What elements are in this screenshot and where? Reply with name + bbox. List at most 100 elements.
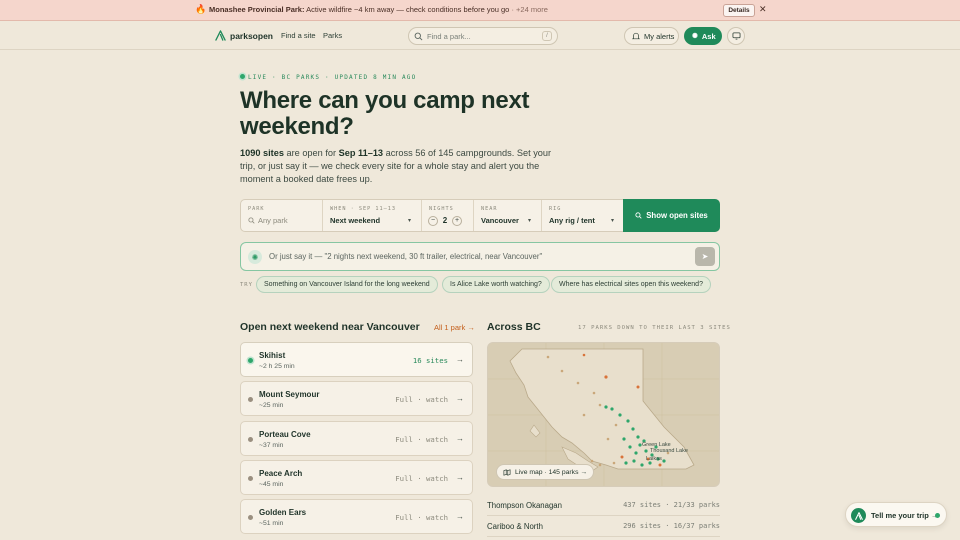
park-placeholder: Any park — [258, 216, 288, 225]
alert-title: Monashee Provincial Park: — [209, 5, 305, 14]
show-open-sites-button[interactable]: Show open sites — [623, 199, 720, 232]
status-dot-icon — [248, 515, 253, 520]
natural-language-placeholder[interactable]: Or just say it — "2 nights next weekend,… — [269, 252, 542, 261]
park-field[interactable]: PARK Any park — [241, 200, 323, 231]
brand-logo-icon — [851, 508, 866, 523]
campground-row[interactable]: Skihist ~2 h 25 min 16 sites → — [240, 342, 473, 377]
near-field[interactable]: NEAR Vancouver ▾ — [474, 200, 542, 231]
wildfire-alert-bar: 🔥 Monashee Provincial Park: Active wildf… — [0, 0, 960, 21]
drive-time: ~51 min — [259, 520, 284, 527]
availability-status: Full · watch — [395, 513, 448, 522]
rig-select-value[interactable]: Any rig / tent — [549, 216, 595, 225]
suggestion-chip[interactable]: Where has electrical sites open this wee… — [551, 276, 711, 293]
arrow-right-icon: → — [456, 394, 464, 403]
natural-language-input[interactable]: ✺ Or just say it — "2 nights next weeken… — [240, 242, 720, 271]
region-name: Thompson Okanagan — [487, 501, 562, 510]
arrow-right-icon: → — [456, 434, 464, 443]
nav-link-parks[interactable]: Parks — [323, 31, 342, 40]
map-label-laikas: Laikas — [646, 456, 662, 462]
nights-field: NIGHTS −2 + — [422, 200, 474, 231]
availability-status: Full · watch — [395, 435, 448, 444]
sub-dates: Sep 11–13 — [338, 148, 384, 158]
hero-subtitle: 1090 sites are open for Sep 11–13 across… — [240, 147, 565, 186]
bc-parks-map[interactable]: Green Lake Thousand Lake Laikas Live map… — [487, 342, 720, 487]
bell-icon — [632, 32, 640, 40]
near-field-label: NEAR — [481, 206, 498, 212]
plus-icon[interactable]: + — [452, 216, 462, 227]
fire-icon: 🔥 — [195, 4, 207, 14]
campground-name: Peace Arch — [259, 469, 303, 478]
chat-button[interactable] — [727, 27, 745, 45]
when-field[interactable]: WHEN · SEP 11–13 Next weekend ▾ — [323, 200, 422, 231]
campground-row[interactable]: Golden Ears ~51 min Full · watch → — [240, 499, 473, 534]
monitor-icon — [732, 32, 740, 40]
chevron-down-icon: ▾ — [527, 218, 531, 224]
arrow-right-icon: → — [456, 512, 464, 521]
live-label: LIVE · BC PARKS · UPDATED 8 MIN AGO — [248, 74, 417, 81]
when-field-label: WHEN · SEP 11–13 — [330, 206, 396, 212]
across-bc-heading: Across BC — [487, 321, 541, 333]
alert-message: Active wildfire ~4 km away — check condi… — [304, 5, 510, 14]
alert-more-count[interactable]: · +24 more — [509, 5, 547, 14]
top-nav: parksopen Find a site Parks Find a park.… — [0, 22, 960, 50]
availability-status: Full · watch — [395, 395, 448, 404]
search-icon — [414, 32, 423, 41]
try-label: TRY — [240, 282, 253, 288]
arrow-right-icon: → — [456, 473, 464, 482]
brand-name[interactable]: parksopen — [230, 31, 273, 41]
suggestion-chip[interactable]: Something on Vancouver Island for the lo… — [256, 276, 438, 293]
suggestion-chip[interactable]: Is Alice Lake worth watching? — [442, 276, 550, 293]
ask-button[interactable]: ✺ Ask — [684, 27, 722, 45]
close-icon[interactable]: ✕ — [759, 4, 767, 15]
all-parks-link[interactable]: All 1 park → — [434, 323, 475, 332]
rig-field[interactable]: RIG Any rig / tent ▾ — [542, 200, 624, 231]
search-input[interactable]: Find a park... — [427, 32, 471, 41]
sub-mid-text: are open for — [283, 148, 339, 158]
drive-time: ~25 min — [259, 402, 284, 409]
campground-name: Golden Ears — [259, 508, 307, 517]
chevron-down-icon: ▾ — [407, 218, 411, 224]
map-label-thousand-lake: Thousand Lake — [650, 448, 688, 454]
online-dot-icon — [935, 513, 940, 518]
page-title: Where can you camp next weekend? — [240, 87, 530, 140]
park-field-label: PARK — [248, 206, 265, 212]
minus-icon[interactable]: − — [428, 216, 438, 227]
nights-field-label: NIGHTS — [429, 206, 454, 212]
status-dot-icon — [248, 476, 253, 481]
across-bc-meta: 17 PARKS DOWN TO THEIR LAST 3 SITES — [578, 325, 731, 331]
status-dot-icon — [248, 397, 253, 402]
status-dot-icon — [248, 437, 253, 442]
assistant-label: Tell me your trip → — [871, 511, 939, 520]
live-status: LIVE · BC PARKS · UPDATED 8 MIN AGO — [240, 74, 416, 81]
send-icon[interactable]: ➤ — [695, 247, 715, 266]
availability-status: Full · watch — [395, 474, 448, 483]
campground-name: Porteau Cove — [259, 430, 311, 439]
show-open-sites-label: Show open sites — [646, 211, 708, 220]
nights-value: 2 — [442, 216, 448, 225]
brand-logo-icon[interactable] — [215, 30, 226, 41]
open-next-weekend-heading: Open next weekend near Vancouver — [240, 321, 420, 333]
sparkle-icon: ✺ — [248, 250, 262, 264]
near-select-value[interactable]: Vancouver — [481, 216, 519, 225]
campground-row[interactable]: Peace Arch ~45 min Full · watch → — [240, 460, 473, 495]
chevron-down-icon: ▾ — [610, 218, 614, 224]
my-alerts-button[interactable]: My alerts — [624, 27, 679, 45]
park-input[interactable]: Any park — [248, 216, 288, 225]
region-row[interactable]: Cariboo & North 296 sites · 16/37 parks — [487, 516, 720, 537]
search-shortcut-key: / — [542, 31, 552, 41]
live-map-button[interactable]: Live map · 145 parks → — [496, 464, 595, 480]
nights-stepper: −2 + — [428, 216, 462, 227]
region-row[interactable]: Thompson Okanagan 437 sites · 21/33 park… — [487, 495, 720, 516]
alert-text: Monashee Provincial Park: Active wildfir… — [209, 5, 548, 14]
live-map-label: Live map · 145 parks → — [515, 468, 588, 476]
alert-details-button[interactable]: Details — [723, 4, 755, 17]
campground-name: Skihist — [259, 351, 286, 360]
campground-row[interactable]: Mount Seymour ~25 min Full · watch → — [240, 381, 473, 416]
assistant-launcher[interactable]: Tell me your trip → — [845, 502, 947, 527]
rig-field-label: RIG — [549, 206, 562, 212]
campground-row[interactable]: Porteau Cove ~37 min Full · watch → — [240, 421, 473, 456]
when-select-value[interactable]: Next weekend — [330, 216, 380, 225]
nav-link-find-a-site[interactable]: Find a site — [281, 31, 316, 40]
region-name: Cariboo & North — [487, 522, 543, 531]
park-search-box[interactable]: Find a park... / — [408, 27, 558, 45]
